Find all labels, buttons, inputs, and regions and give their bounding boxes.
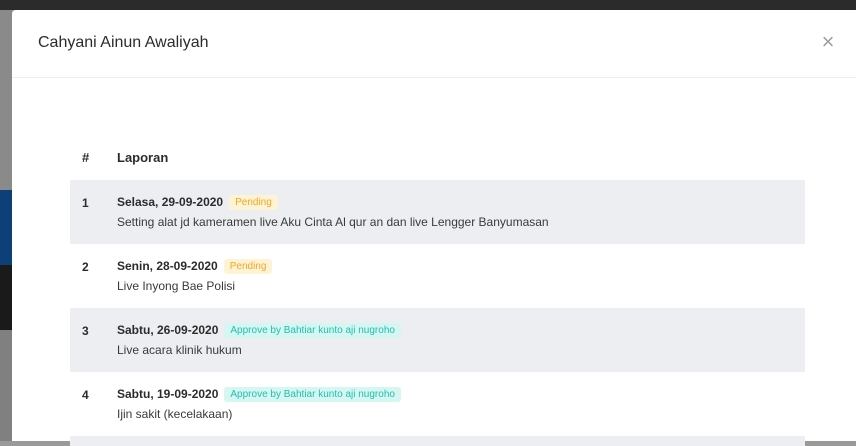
date-text: Sabtu, 19-09-2020 [117, 387, 219, 401]
header-number: # [82, 150, 90, 165]
table-row: 4 Sabtu, 19-09-2020 Approve by Bahtiar ku… [70, 372, 805, 436]
backdrop-top [0, 0, 856, 10]
backdrop-seg [0, 10, 12, 190]
row-date: Selasa, 29-09-2020 Pending [117, 195, 278, 210]
row-date: Sabtu, 19-09-2020 Approve by Bahtiar kunt… [117, 387, 401, 402]
date-text: Sabtu, 26-09-2020 [117, 323, 219, 337]
table-row: 3 Sabtu, 26-09-2020 Approve by Bahtiar ku… [70, 308, 805, 372]
modal-title: Cahyani Ainun Awaliyah [38, 34, 209, 51]
backdrop-seg [0, 265, 12, 330]
row-number: 2 [82, 260, 89, 274]
header-laporan: Laporan [117, 150, 169, 165]
report-table: # Laporan 1 Selasa, 29-09-2020 Pending Se… [70, 145, 805, 446]
table-row [70, 436, 805, 446]
row-description: Live acara klinik hukum [117, 343, 242, 357]
row-description: Live Inyong Bae Polisi [117, 279, 236, 293]
status-badge: Pending [223, 259, 273, 274]
row-number: 4 [82, 388, 89, 402]
table-row: 1 Selasa, 29-09-2020 Pending Setting alat… [70, 180, 805, 244]
date-text: Senin, 28-09-2020 [117, 259, 218, 273]
status-badge: Pending [229, 195, 278, 210]
close-icon[interactable]: × [818, 31, 838, 53]
row-number: 3 [82, 324, 89, 338]
modal-header: Cahyani Ainun Awaliyah × [12, 10, 856, 78]
status-badge: Approve by Bahtiar kunto aji nugroho [224, 387, 401, 402]
row-description: Setting alat jd kameramen live Aku Cinta… [117, 215, 549, 229]
backdrop-seg [0, 330, 12, 441]
row-date: Senin, 28-09-2020 Pending [117, 259, 273, 274]
status-badge: Approve by Bahtiar kunto aji nugroho [224, 323, 401, 338]
row-description: Ijin sakit (kecelakaan) [117, 407, 233, 421]
row-number: 1 [82, 196, 89, 210]
row-date: Sabtu, 26-09-2020 Approve by Bahtiar kunt… [117, 323, 401, 338]
date-text: Selasa, 29-09-2020 [117, 195, 224, 209]
table-header: # Laporan [70, 145, 805, 180]
report-modal: Cahyani Ainun Awaliyah × # Laporan 1 Sel… [12, 10, 856, 446]
table-row: 2 Senin, 28-09-2020 Pending Live Inyong B… [70, 244, 805, 308]
backdrop-seg [0, 190, 12, 265]
backdrop-left [0, 10, 12, 441]
